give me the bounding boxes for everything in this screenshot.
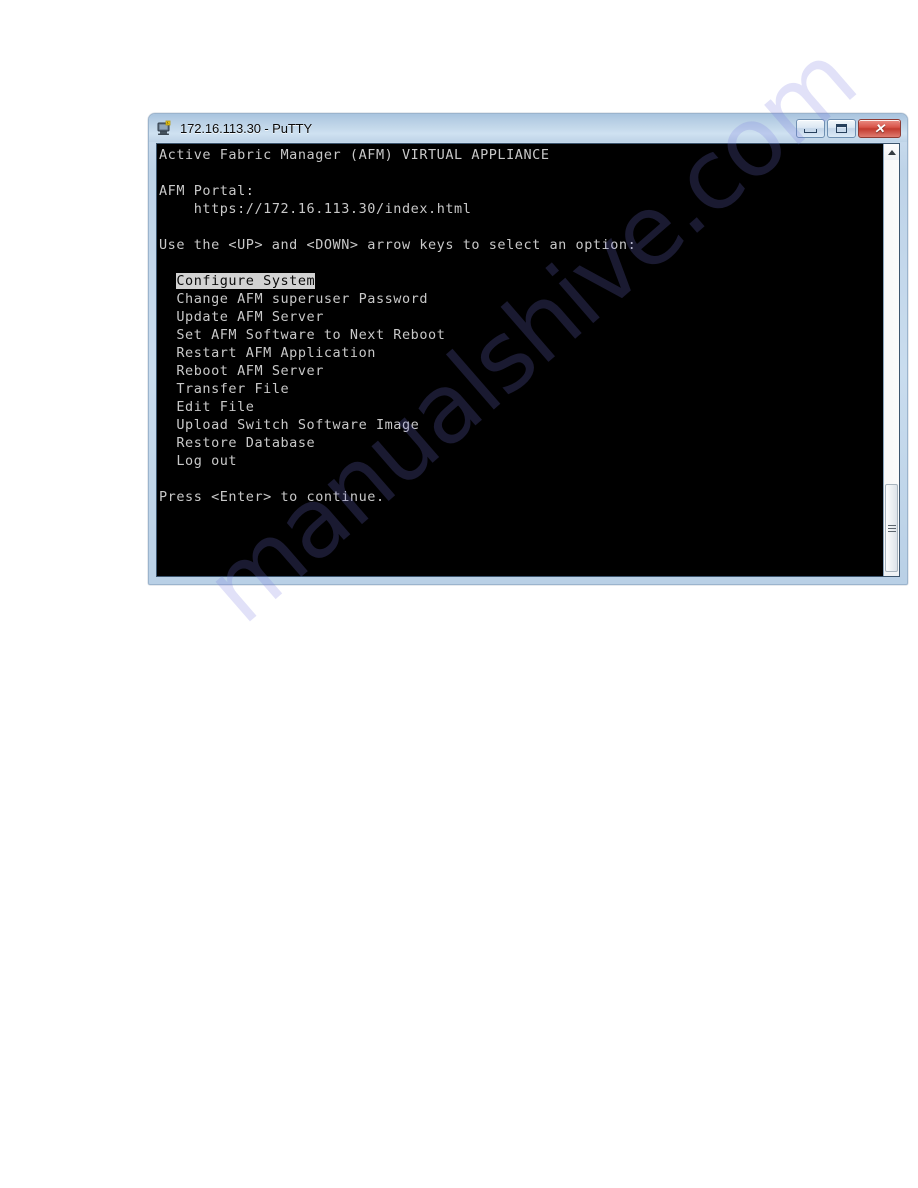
terminal-portal-url: https://172.16.113.30/index.html	[159, 200, 883, 218]
window-title: 172.16.113.30 - PuTTY	[180, 120, 313, 136]
menu-item-label: Restart AFM Application	[176, 345, 376, 361]
putty-terminal-icon	[157, 120, 174, 137]
terminal-screen[interactable]: Active Fabric Manager (AFM) VIRTUAL APPL…	[157, 144, 883, 576]
scroll-up-button[interactable]	[884, 144, 899, 160]
terminal-scrollbar[interactable]	[883, 144, 899, 576]
menu-item-log-out[interactable]: Log out	[159, 452, 883, 470]
terminal-portal-label: AFM Portal:	[159, 183, 255, 199]
menu-item-label: Update AFM Server	[176, 309, 324, 325]
window-controls: ✕	[796, 118, 901, 138]
maximize-icon	[836, 123, 847, 133]
scrollbar-track[interactable]	[884, 160, 899, 572]
menu-item-label: Reboot AFM Server	[176, 363, 324, 379]
menu-item-set-afm-software[interactable]: Set AFM Software to Next Reboot	[159, 326, 883, 344]
close-button[interactable]: ✕	[858, 118, 901, 138]
minimize-icon	[804, 128, 817, 133]
window-titlebar[interactable]: 172.16.113.30 - PuTTY ✕	[149, 114, 907, 142]
terminal-heading: Active Fabric Manager (AFM) VIRTUAL APPL…	[159, 147, 550, 163]
menu-item-label: Set AFM Software to Next Reboot	[176, 327, 446, 343]
menu-item-configure-system[interactable]: Configure System	[159, 272, 883, 290]
close-icon: ✕	[874, 120, 885, 136]
scrollbar-thumb[interactable]	[885, 484, 898, 572]
menu-item-transfer-file[interactable]: Transfer File	[159, 380, 883, 398]
menu-item-label: Log out	[176, 453, 238, 469]
minimize-button[interactable]	[796, 118, 825, 138]
menu-item-restart-afm-application[interactable]: Restart AFM Application	[159, 344, 883, 362]
terminal-prompt: Press <Enter> to continue.	[159, 489, 385, 505]
terminal-window: Active Fabric Manager (AFM) VIRTUAL APPL…	[156, 143, 900, 577]
menu-item-update-afm-server[interactable]: Update AFM Server	[159, 308, 883, 326]
menu-item-label: Change AFM superuser Password	[176, 291, 429, 307]
maximize-button[interactable]	[827, 118, 856, 138]
scroll-up-arrow-icon	[887, 149, 896, 155]
menu-item-label: Configure System	[176, 273, 316, 289]
putty-window: 172.16.113.30 - PuTTY ✕ Active Fabric Ma…	[148, 113, 908, 585]
menu-item-reboot-afm-server[interactable]: Reboot AFM Server	[159, 362, 883, 380]
menu-item-edit-file[interactable]: Edit File	[159, 398, 883, 416]
terminal-instruction: Use the <UP> and <DOWN> arrow keys to se…	[159, 237, 637, 253]
menu-item-label: Transfer File	[176, 381, 290, 397]
menu-item-label: Edit File	[176, 399, 255, 415]
menu-item-change-password[interactable]: Change AFM superuser Password	[159, 290, 883, 308]
portal-url-text: https://172.16.113.30/index.html	[193, 201, 472, 217]
menu-item-label: Upload Switch Software Image	[176, 417, 420, 433]
menu-item-upload-switch-software-image[interactable]: Upload Switch Software Image	[159, 416, 883, 434]
menu-item-restore-database[interactable]: Restore Database	[159, 434, 883, 452]
scrollbar-grip-icon	[887, 523, 896, 534]
menu-item-label: Restore Database	[176, 435, 316, 451]
